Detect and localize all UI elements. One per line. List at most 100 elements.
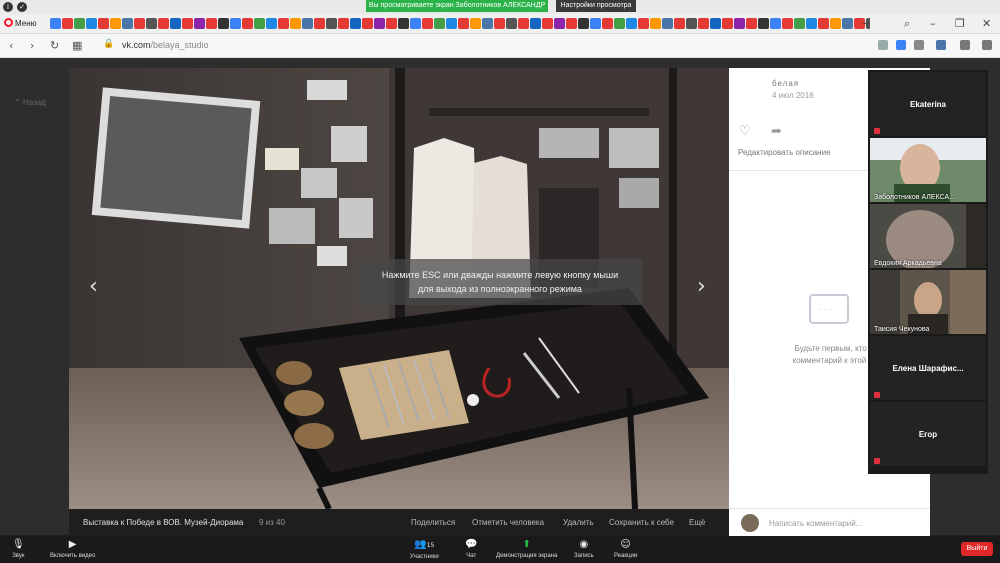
- browser-tab[interactable]: [506, 18, 517, 29]
- browser-tab[interactable]: [470, 18, 481, 29]
- album-title[interactable]: Выставка к Победе в ВОВ. Музей-Диорама: [83, 518, 243, 527]
- participant-tile[interactable]: Егор: [870, 402, 986, 466]
- browser-tab[interactable]: [782, 18, 793, 29]
- shield-icon[interactable]: ✓: [17, 2, 27, 12]
- back-icon[interactable]: ‹: [9, 39, 13, 52]
- view-options-button[interactable]: Настройки просмотра: [556, 0, 636, 12]
- browser-tab[interactable]: [86, 18, 97, 29]
- browser-tab[interactable]: [818, 18, 829, 29]
- participant-tile[interactable]: Ekaterina: [870, 72, 986, 136]
- browser-tab[interactable]: [626, 18, 637, 29]
- browser-tab[interactable]: [770, 18, 781, 29]
- browser-tab[interactable]: [134, 18, 145, 29]
- easy-setup-icon[interactable]: [982, 40, 992, 50]
- participant-tile[interactable]: Елена Шарафис...: [870, 336, 986, 400]
- author-name[interactable]: белая: [772, 79, 799, 88]
- browser-tab[interactable]: [806, 18, 817, 29]
- browser-tab[interactable]: [398, 18, 409, 29]
- browser-tab[interactable]: [314, 18, 325, 29]
- browser-tab[interactable]: [662, 18, 673, 29]
- page-back-link[interactable]: ⌃ Назад: [14, 98, 46, 107]
- share-screen-button[interactable]: ⬆ Демонстрация экрана: [496, 539, 557, 559]
- browser-tab[interactable]: [230, 18, 241, 29]
- browser-tab[interactable]: [362, 18, 373, 29]
- browser-tab[interactable]: [482, 18, 493, 29]
- browser-tab[interactable]: [278, 18, 289, 29]
- reactions-button[interactable]: ☺ Реакции: [614, 539, 637, 559]
- url-field[interactable]: vk.com/belaya_studio: [122, 40, 209, 50]
- camera-icon[interactable]: [878, 40, 888, 50]
- browser-tab[interactable]: [182, 18, 193, 29]
- opera-menu-button[interactable]: Меню: [4, 17, 44, 31]
- shield-vpn-icon[interactable]: [896, 40, 906, 50]
- browser-tab[interactable]: [590, 18, 601, 29]
- heart-icon[interactable]: [914, 40, 924, 50]
- browser-tab[interactable]: [206, 18, 217, 29]
- browser-tab[interactable]: [494, 18, 505, 29]
- browser-tab[interactable]: [614, 18, 625, 29]
- browser-tab[interactable]: [158, 18, 169, 29]
- browser-tab[interactable]: [446, 18, 457, 29]
- browser-tab[interactable]: [458, 18, 469, 29]
- browser-tab[interactable]: [350, 18, 361, 29]
- browser-tab[interactable]: [386, 18, 397, 29]
- browser-tab[interactable]: [302, 18, 313, 29]
- participants-button[interactable]: 👥15 Участники: [410, 539, 439, 560]
- browser-tab[interactable]: [50, 18, 61, 29]
- browser-tab[interactable]: [710, 18, 721, 29]
- forward-icon[interactable]: ›: [30, 39, 34, 52]
- browser-tab[interactable]: [758, 18, 769, 29]
- browser-tab[interactable]: [650, 18, 661, 29]
- browser-tab[interactable]: [122, 18, 133, 29]
- browser-tab[interactable]: [146, 18, 157, 29]
- browser-tab[interactable]: [242, 18, 253, 29]
- browser-tab[interactable]: [410, 18, 421, 29]
- browser-tab[interactable]: [170, 18, 181, 29]
- share-button[interactable]: Поделиться: [411, 518, 455, 527]
- browser-tab[interactable]: [74, 18, 85, 29]
- browser-tab[interactable]: [434, 18, 445, 29]
- browser-tab[interactable]: [554, 18, 565, 29]
- participant-tile[interactable]: Таисия Чекунова: [870, 270, 986, 334]
- delete-button[interactable]: Удалить: [563, 518, 594, 527]
- audio-button[interactable]: 🎙 Звук: [12, 539, 25, 559]
- prev-photo-arrow-icon[interactable]: ‹: [89, 274, 98, 299]
- browser-tab[interactable]: [518, 18, 529, 29]
- more-button[interactable]: Ещё: [689, 518, 705, 527]
- tag-person-button[interactable]: Отметить человека: [472, 518, 544, 527]
- browser-tab[interactable]: [746, 18, 757, 29]
- close-icon[interactable]: ✕: [982, 17, 991, 31]
- browser-tab[interactable]: [338, 18, 349, 29]
- browser-tab[interactable]: [698, 18, 709, 29]
- browser-tab[interactable]: [218, 18, 229, 29]
- comment-input[interactable]: Написать комментарий...: [769, 519, 862, 528]
- browser-tab[interactable]: [422, 18, 433, 29]
- leave-button[interactable]: Выйти: [961, 542, 993, 556]
- browser-tab[interactable]: [98, 18, 109, 29]
- browser-tab[interactable]: [266, 18, 277, 29]
- chat-button[interactable]: 💬 Чат: [465, 539, 477, 559]
- info-icon[interactable]: i: [3, 2, 13, 12]
- browser-tab[interactable]: [374, 18, 385, 29]
- reload-icon[interactable]: ↻: [50, 39, 59, 52]
- download-icon[interactable]: [960, 40, 970, 50]
- browser-tab[interactable]: [326, 18, 337, 29]
- share-arrow-icon[interactable]: ➦: [771, 124, 782, 139]
- record-button[interactable]: ◉ Запись: [574, 539, 594, 559]
- browser-tab[interactable]: [110, 18, 121, 29]
- browser-tab[interactable]: [566, 18, 577, 29]
- minimize-icon[interactable]: –: [930, 17, 936, 31]
- next-photo-arrow-icon[interactable]: ›: [697, 274, 706, 299]
- heart-icon[interactable]: ♡: [739, 124, 751, 139]
- browser-tab[interactable]: [194, 18, 205, 29]
- maximize-icon[interactable]: ❐: [955, 17, 965, 31]
- browser-tab[interactable]: [686, 18, 697, 29]
- browser-tab[interactable]: [602, 18, 613, 29]
- new-tab-button[interactable]: +: [862, 17, 871, 31]
- participant-tile[interactable]: Евдокия Аркадьевна: [870, 204, 986, 268]
- extension-icon[interactable]: [936, 40, 946, 50]
- save-button[interactable]: Сохранить к себе: [609, 518, 674, 527]
- tabs-grid-icon[interactable]: ▦: [72, 39, 82, 52]
- browser-tab[interactable]: [578, 18, 589, 29]
- browser-tab[interactable]: [530, 18, 541, 29]
